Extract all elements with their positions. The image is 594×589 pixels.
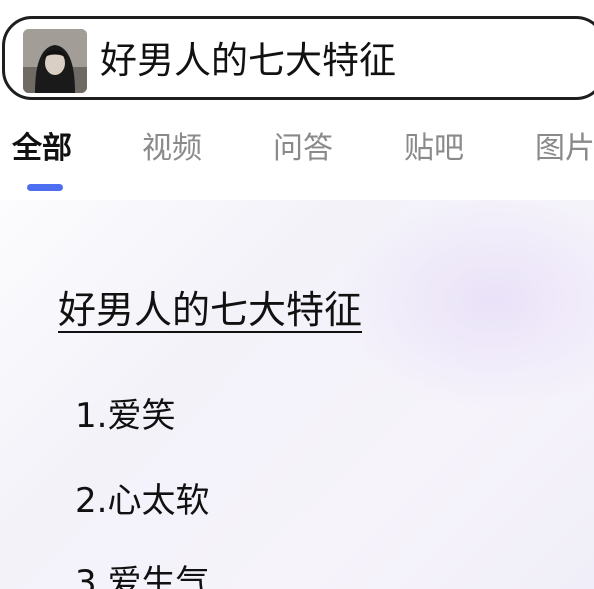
search-input[interactable]: 好男人的七大特征 [100,38,396,84]
tab-bar: 全部 视频 问答 贴吧 图片 [0,120,594,200]
avatar-photo-icon [23,29,87,93]
list-item: 1.爱笑 [75,396,176,436]
article-title[interactable]: 好男人的七大特征 [58,287,362,333]
list-item: 2.心太软 [75,481,210,521]
tab-images[interactable]: 图片 [535,129,594,169]
active-tab-indicator [27,184,63,191]
avatar[interactable] [23,29,87,93]
search-bar[interactable]: 好男人的七大特征 [2,16,594,100]
result-content: 好男人的七大特征 1.爱笑 2.心太软 3.爱生气 [0,200,594,589]
tab-qa[interactable]: 问答 [273,129,333,169]
tab-tieba[interactable]: 贴吧 [404,129,464,169]
background-glow [334,200,594,410]
tab-video[interactable]: 视频 [142,129,202,169]
list-item: 3.爱生气 [75,563,210,589]
tab-all[interactable]: 全部 [12,129,72,169]
